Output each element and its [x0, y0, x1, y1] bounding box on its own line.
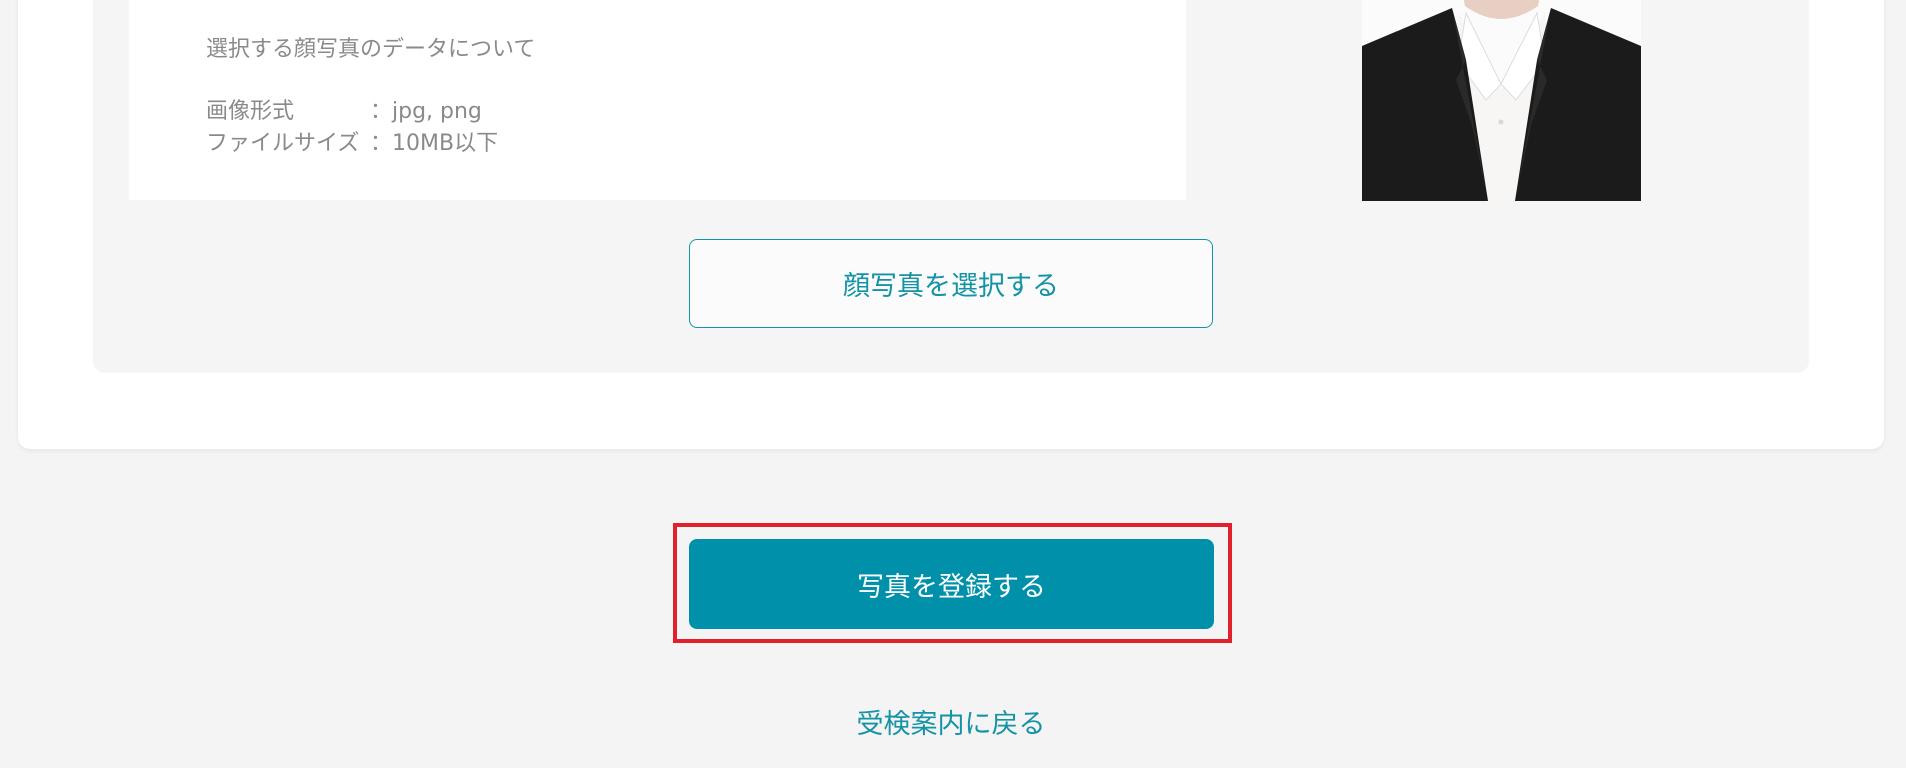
image-format-label: 画像形式 — [206, 99, 295, 124]
file-size-value: ：10MB以下 — [370, 131, 499, 156]
portrait-photo-icon — [1362, 0, 1641, 201]
file-size-row: ファイルサイズ ：10MB以下 — [206, 128, 498, 159]
register-photo-button[interactable]: 写真を登録する — [689, 539, 1214, 629]
image-format-value: ：jpg, png — [370, 99, 482, 124]
file-size-label: ファイルサイズ — [206, 131, 360, 156]
select-face-photo-button[interactable]: 顔写真を選択する — [689, 239, 1213, 328]
image-format-row: 画像形式 ：jpg, png — [206, 96, 482, 127]
back-to-exam-guide-link[interactable]: 受検案内に戻る — [700, 702, 1202, 741]
photo-requirements-heading: 選択する顔写真のデータについて — [206, 37, 536, 62]
face-photo-preview — [1362, 0, 1641, 201]
